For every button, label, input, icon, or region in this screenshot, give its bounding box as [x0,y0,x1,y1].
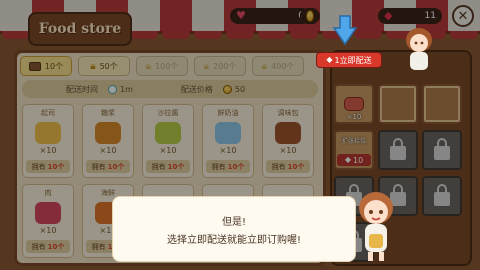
dialog-line-2: 选择立即配送就能立即订购喔! [166,234,301,246]
dialog-line-1: 但是! [221,216,246,228]
instant-delivery-button[interactable]: ◆ 1立即配送 [316,52,382,68]
gem-icon: ◆ [326,55,333,64]
guide-character [359,192,393,261]
tutorial-arrow-icon [332,15,358,46]
shopkeeper-avatar [406,28,432,70]
instant-delivery-label: 1立即配送 [334,55,372,65]
tutorial-dialog: 但是! 选择立即配送就能立即订购喔! [112,196,356,262]
